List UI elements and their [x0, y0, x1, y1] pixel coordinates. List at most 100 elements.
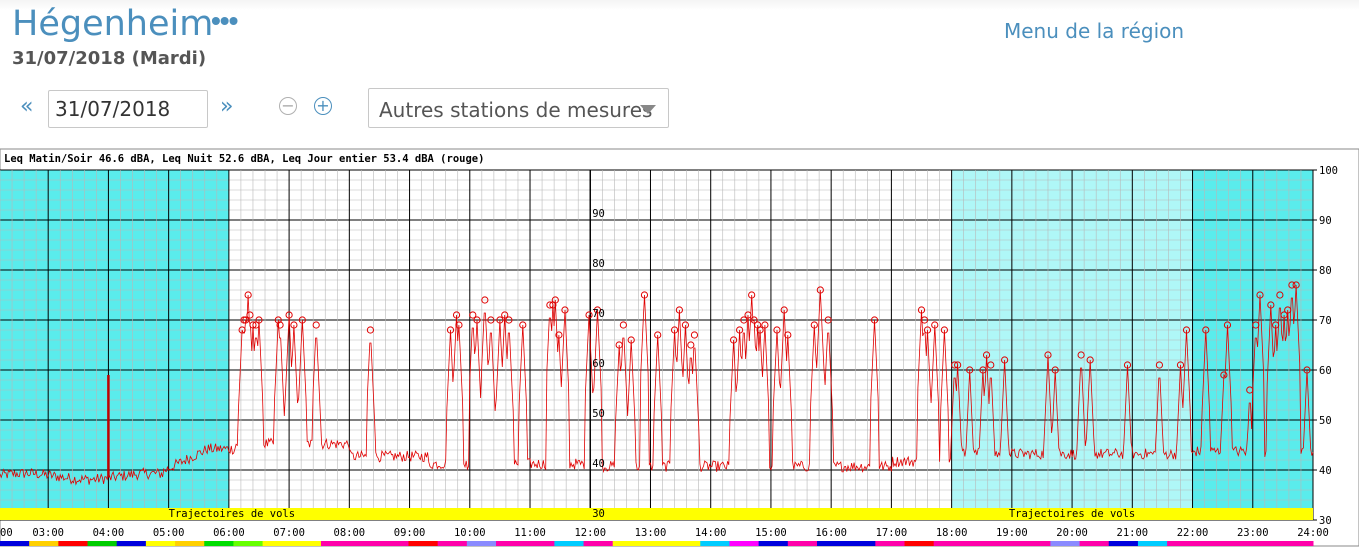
trajectory-label: Trajectoires de vols	[1009, 508, 1135, 520]
color-bar-segment	[1108, 541, 1139, 546]
x-tick-label: 11:00	[514, 527, 546, 539]
previous-day-button[interactable]: «	[20, 94, 33, 119]
color-bar-segment	[87, 541, 118, 546]
color-bar-segment	[204, 541, 234, 546]
color-bar-segment	[58, 541, 89, 546]
color-bar-segment	[671, 541, 701, 546]
inner-y-label: 90	[592, 208, 605, 220]
color-bar-segment	[496, 541, 526, 546]
color-bar-segment	[700, 541, 730, 546]
page-title: Hégenheim	[12, 4, 214, 44]
y-tick-label: 90	[1319, 215, 1332, 227]
x-tick-label: 20:00	[1056, 527, 1088, 539]
zoom-in-icon[interactable]: +	[314, 97, 332, 115]
color-bar-segment	[1283, 541, 1314, 546]
color-bar-segment	[846, 541, 876, 546]
region-menu-link[interactable]: Menu de la région	[1004, 19, 1184, 43]
x-tick-label: 08:00	[334, 527, 366, 539]
color-bar-segment	[933, 541, 964, 546]
color-bar-segment	[233, 541, 264, 546]
inner-y-label: 80	[592, 258, 605, 270]
x-tick-label: 24:00	[1297, 527, 1329, 539]
x-tick-label: 14:00	[695, 527, 727, 539]
color-bar-segment	[29, 541, 59, 546]
color-bar-segment	[1137, 541, 1168, 546]
x-tick-label: 04:00	[93, 527, 125, 539]
x-tick-label: 19:00	[996, 527, 1028, 539]
stations-select[interactable]: Autres stations de mesures	[368, 88, 669, 128]
color-bar-segment	[1167, 541, 1197, 546]
color-bar-segment	[992, 541, 1022, 546]
color-bar-segment	[437, 541, 468, 546]
zoom-out-icon[interactable]: −	[279, 97, 297, 115]
color-bar-segment	[466, 541, 497, 546]
x-tick-label: 09:00	[394, 527, 426, 539]
noise-chart: Leq Matin/Soir 46.6 dBA, Leq Nuit 52.6 d…	[0, 148, 1359, 547]
stations-select-label: Autres stations de mesures	[379, 98, 653, 122]
color-bar-segment	[1021, 541, 1051, 546]
color-bar-segment	[962, 541, 993, 546]
y-tick-label: 60	[1319, 365, 1332, 377]
color-bar-segment	[320, 541, 351, 546]
color-bar-segment	[379, 541, 409, 546]
color-bar-segment	[0, 541, 30, 546]
date-subtitle: 31/07/2018 (Mardi)	[12, 48, 207, 69]
x-tick-label-fragment: 00	[0, 527, 13, 539]
chart-title: Leq Matin/Soir 46.6 dBA, Leq Nuit 52.6 d…	[4, 153, 484, 165]
date-input[interactable]	[48, 90, 208, 128]
color-bar-segment	[350, 541, 380, 546]
color-bar-segment	[291, 541, 322, 546]
color-bar-segment	[1254, 541, 1285, 546]
color-bar-segment	[729, 541, 760, 546]
color-bar-segment	[904, 541, 935, 546]
y-tick-label: 100	[1319, 165, 1338, 177]
inner-y-label: 60	[592, 358, 605, 370]
color-bar-segment	[612, 541, 643, 546]
color-bar-segment	[408, 541, 439, 546]
trajectory-label: Trajectoires de vols	[169, 508, 295, 520]
inner-y-label: 50	[592, 408, 605, 420]
color-bar-segment	[583, 541, 614, 546]
y-tick-label: 40	[1319, 465, 1332, 477]
color-bar-segment	[641, 541, 672, 546]
x-tick-label: 10:00	[454, 527, 486, 539]
color-bar-segment	[175, 541, 205, 546]
y-tick-label: 80	[1319, 265, 1332, 277]
color-bar-segment	[875, 541, 906, 546]
x-tick-label: 22:00	[1177, 527, 1209, 539]
color-bar-segment	[1225, 541, 1256, 546]
x-tick-label: 12:00	[574, 527, 606, 539]
inner-y-label: 70	[592, 308, 605, 320]
more-options-button[interactable]: •••	[211, 5, 238, 37]
color-bar-segment	[758, 541, 789, 546]
color-bar-segment	[816, 541, 847, 546]
color-bar-segment	[1196, 541, 1226, 546]
x-tick-label: 16:00	[815, 527, 847, 539]
color-bar-segment	[262, 541, 293, 546]
color-bar-segment	[1079, 541, 1110, 546]
color-bar-segment	[145, 541, 176, 546]
color-bar-segment	[1050, 541, 1081, 546]
band-night	[0, 170, 229, 520]
chevron-down-icon	[640, 105, 656, 114]
x-tick-label: 15:00	[755, 527, 787, 539]
next-day-button[interactable]: »	[220, 94, 233, 119]
y-tick-label: 50	[1319, 415, 1332, 427]
x-tick-label: 05:00	[153, 527, 185, 539]
y-tick-label: 30	[1319, 515, 1332, 527]
x-tick-label: 03:00	[32, 527, 64, 539]
color-bar-segment	[554, 541, 585, 546]
x-tick-label: 13:00	[635, 527, 667, 539]
x-tick-label: 23:00	[1237, 527, 1269, 539]
x-tick-label: 07:00	[273, 527, 305, 539]
color-bar-segment	[116, 541, 147, 546]
inner-y-label: 30	[592, 508, 605, 520]
x-tick-label: 17:00	[876, 527, 908, 539]
color-bar-segment	[787, 541, 818, 546]
x-tick-label: 21:00	[1117, 527, 1149, 539]
x-tick-label: 06:00	[213, 527, 245, 539]
x-tick-label: 18:00	[936, 527, 968, 539]
color-bar-segment	[525, 541, 555, 546]
inner-y-label: 40	[592, 458, 605, 470]
y-tick-label: 70	[1319, 315, 1332, 327]
